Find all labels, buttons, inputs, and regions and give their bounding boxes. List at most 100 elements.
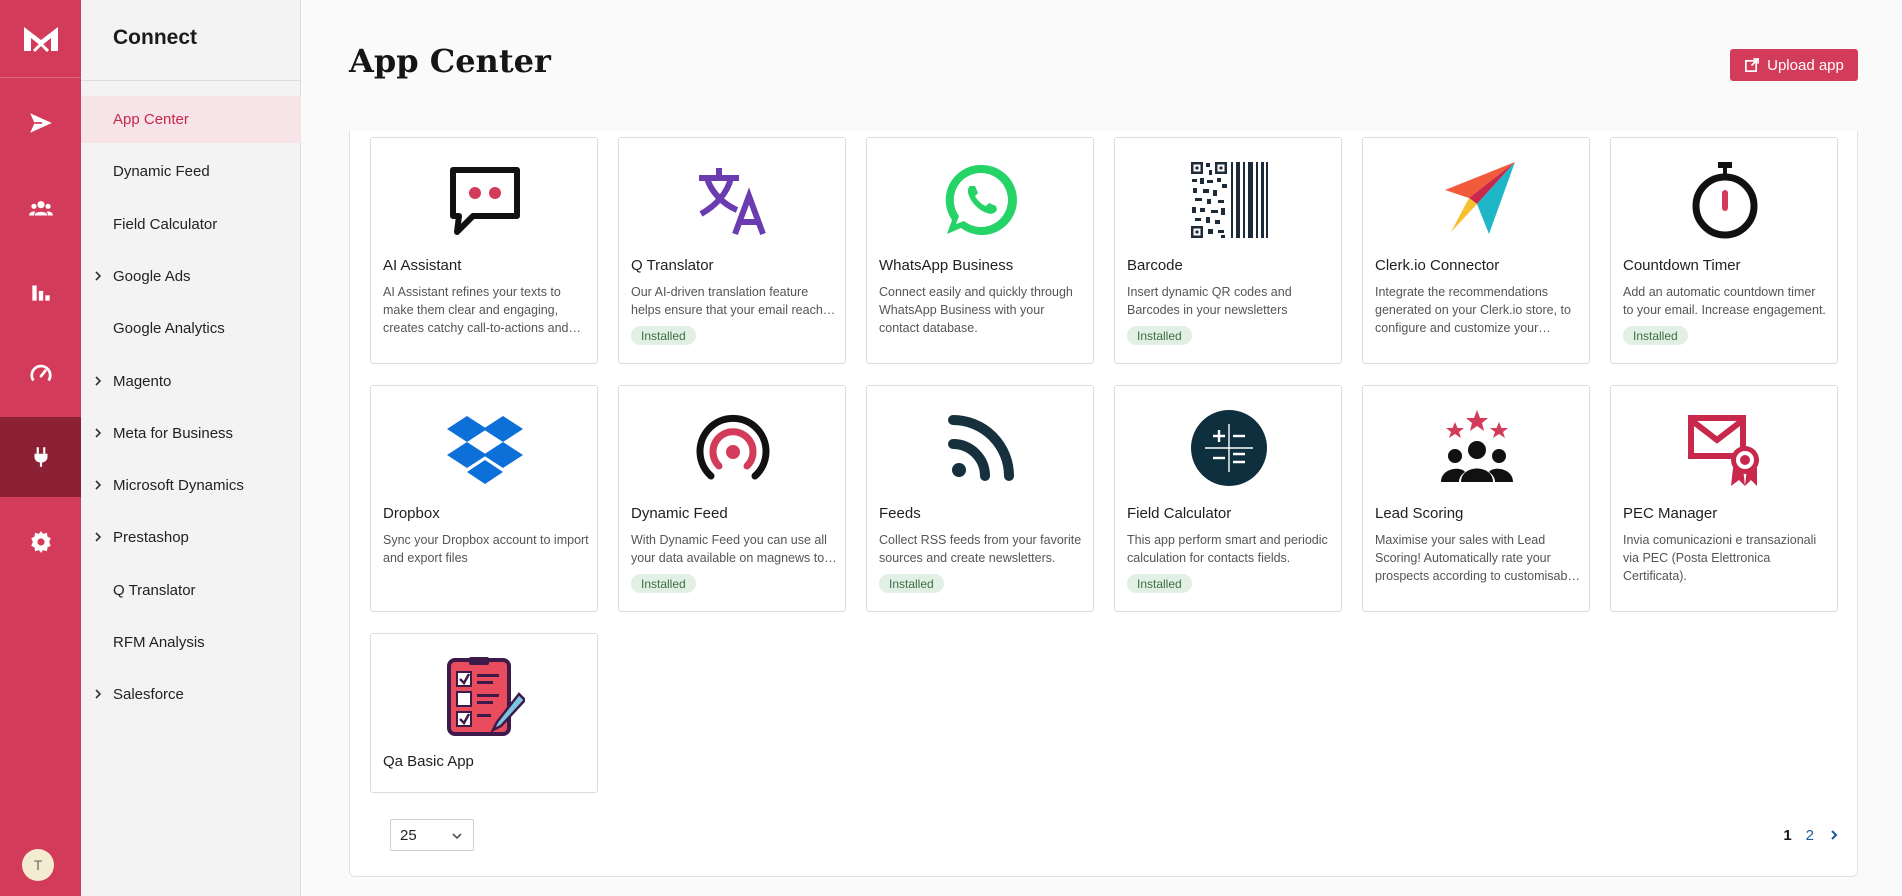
app-card-countdown-timer[interactable]: Countdown Timer Add an automatic countdow… <box>1610 137 1838 364</box>
sidebar-item-microsoft-dynamics[interactable]: Microsoft Dynamics <box>81 462 301 509</box>
chat-bubble-icon <box>445 160 525 240</box>
app-name: Qa Basic App <box>383 753 474 770</box>
sidebar-item-rfm-analysis[interactable]: RFM Analysis <box>81 619 301 666</box>
sidebar-item-label: Dynamic Feed <box>113 163 210 181</box>
app-description: Insert dynamic QR codes and Barcodes in … <box>1127 285 1292 317</box>
app-card-feeds[interactable]: Feeds Collect RSS feeds from your favorit… <box>866 385 1094 612</box>
installed-badge: Installed <box>879 574 944 593</box>
app-description: Maximise your sales with Lead Scoring! A… <box>1375 533 1578 583</box>
chevron-right-icon <box>95 428 102 438</box>
app-name: PEC Manager <box>1623 505 1718 522</box>
installed-badge: Installed <box>1127 574 1192 593</box>
app-name: Countdown Timer <box>1623 257 1741 274</box>
app-card-dynamic-feed[interactable]: Dynamic Feed With Dynamic Feed you can us… <box>618 385 846 612</box>
app-card-field-calculator[interactable]: Field Calculator This app perform smart a… <box>1114 385 1342 612</box>
app-grid-panel: AI Assistant AI Assistant refines your te… <box>349 131 1858 877</box>
chevron-right-icon <box>95 532 102 542</box>
sidebar-item-prestashop[interactable]: Prestashop <box>81 514 301 561</box>
sidebar-item-salesforce[interactable]: Salesforce <box>81 671 301 718</box>
contacts-icon[interactable] <box>0 169 81 249</box>
plug-icon[interactable] <box>0 417 81 497</box>
pagination: 12 <box>1750 819 1840 851</box>
app-name: Dynamic Feed <box>631 505 728 522</box>
app-name: Barcode <box>1127 257 1183 274</box>
upload-app-button[interactable]: Upload app <box>1730 49 1858 81</box>
sidebar-item-label: App Center <box>113 111 189 128</box>
gauge-icon[interactable] <box>0 334 81 414</box>
sidebar-item-dynamic-feed[interactable]: Dynamic Feed <box>81 148 301 195</box>
chevron-right-icon <box>95 689 102 699</box>
installed-badge: Installed <box>631 574 696 593</box>
app-description: Connect easily and quickly through Whats… <box>879 285 1073 335</box>
sidebar-item-label: Meta for Business <box>113 424 234 442</box>
sidebar-item-label: Q Translator <box>113 581 196 599</box>
gear-icon[interactable] <box>0 502 81 582</box>
installed-badge: Installed <box>631 326 696 345</box>
app-name: Dropbox <box>383 505 440 522</box>
app-card-barcode[interactable]: Barcode Insert dynamic QR codes and Barco… <box>1114 137 1342 364</box>
app-name: Q Translator <box>631 257 714 274</box>
app-name: AI Assistant <box>383 257 462 274</box>
upload-app-label: Upload app <box>1767 56 1844 74</box>
dynamic-feed-icon <box>693 408 773 488</box>
app-description: This app perform smart and periodic calc… <box>1127 533 1328 565</box>
per-page-value: 25 <box>400 826 417 844</box>
barcode-icon <box>1189 160 1269 240</box>
app-name: Feeds <box>879 505 921 522</box>
send-icon[interactable] <box>0 83 81 163</box>
chevron-right-icon <box>95 375 102 386</box>
translate-icon <box>693 160 773 240</box>
page-1-link[interactable]: 1 <box>1783 827 1791 844</box>
icon-rail: T <box>0 0 81 896</box>
app-description: Our AI-driven translation feature helps … <box>631 285 836 317</box>
chevron-right-icon <box>95 271 102 281</box>
sidebar-item-label: Magento <box>113 372 172 390</box>
app-card-ai-assistant[interactable]: AI Assistant AI Assistant refines your te… <box>370 137 598 364</box>
app-card-dropbox[interactable]: Dropbox Sync your Dropbox account to impo… <box>370 385 598 612</box>
sidebar-item-q-translator[interactable]: Q Translator <box>81 567 301 614</box>
sidebar-item-field-calculator[interactable]: Field Calculator <box>81 201 301 248</box>
sidebar: Connect App Center Dynamic Feed Field Calc… <box>81 0 301 896</box>
app-card-qa-basic-app[interactable]: Qa Basic App <box>370 633 598 793</box>
sidebar-item-label: Prestashop <box>113 529 189 547</box>
app-card-lead-scoring[interactable]: Lead Scoring Maximise your sales with Lea… <box>1362 385 1590 612</box>
sidebar-item-google-ads[interactable]: Google Ads <box>81 253 301 300</box>
sidebar-title: Connect <box>113 26 197 49</box>
sidebar-item-label: Microsoft Dynamics <box>113 477 244 495</box>
chevron-right-icon[interactable] <box>1828 829 1840 841</box>
sidebar-item-label: RFM Analysis <box>113 634 205 651</box>
whatsapp-icon <box>941 160 1021 240</box>
lead-scoring-icon <box>1437 408 1517 488</box>
certified-mail-icon <box>1685 408 1765 488</box>
sidebar-item-app-center[interactable]: App Center <box>81 96 301 143</box>
app-description: Add an automatic countdown timer to your… <box>1623 285 1826 317</box>
app-description: AI Assistant refines your texts to make … <box>383 285 569 335</box>
sidebar-item-label: Google Analytics <box>113 320 225 338</box>
app-card-clerk-io-connector[interactable]: Clerk.io Connector Integrate the recommen… <box>1362 137 1590 364</box>
app-description: Sync your Dropbox account to import and … <box>383 533 589 565</box>
app-card-whatsapp-business[interactable]: WhatsApp Business Connect easily and quic… <box>866 137 1094 364</box>
sidebar-item-label: Google Ads <box>113 267 191 285</box>
chevron-down-icon <box>452 833 462 840</box>
app-name: Lead Scoring <box>1375 505 1464 522</box>
page-title: App Center <box>349 42 551 80</box>
dropbox-icon <box>445 408 525 488</box>
page-2-link[interactable]: 2 <box>1806 827 1814 844</box>
rss-icon <box>941 408 1021 488</box>
avatar[interactable]: T <box>22 849 54 881</box>
logo-icon[interactable] <box>0 0 81 78</box>
app-card-q-translator[interactable]: Q Translator Our AI-driven translation fe… <box>618 137 846 364</box>
divider <box>81 80 301 81</box>
app-description: Invia comunicazioni e transazionali via … <box>1623 533 1817 583</box>
sidebar-item-magento[interactable]: Magento <box>81 358 301 405</box>
app-name: Field Calculator <box>1127 505 1232 522</box>
calculator-icon <box>1189 408 1269 488</box>
bar-chart-icon[interactable] <box>0 252 81 332</box>
per-page-select[interactable]: 25 <box>390 819 474 851</box>
sidebar-item-meta-for-business[interactable]: Meta for Business <box>81 410 301 457</box>
external-link-icon <box>1745 57 1760 72</box>
sidebar-item-google-analytics[interactable]: Google Analytics <box>81 305 301 352</box>
app-description: Integrate the recommendations generated … <box>1375 285 1571 335</box>
app-card-pec-manager[interactable]: PEC Manager Invia comunicazioni e transaz… <box>1610 385 1838 612</box>
app-name: Clerk.io Connector <box>1375 257 1500 274</box>
